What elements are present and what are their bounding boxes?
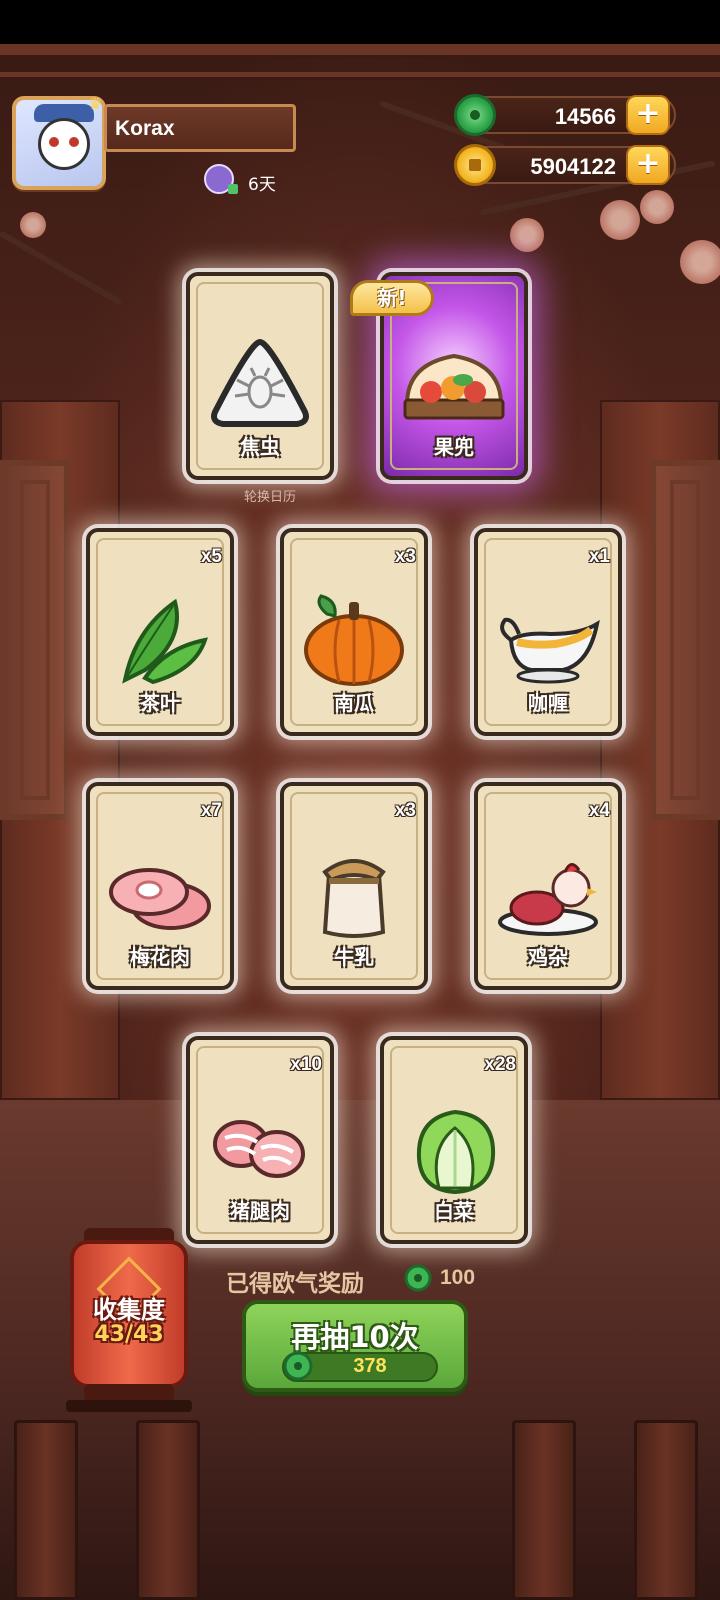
add-coins-button[interactable]: +	[626, 145, 670, 185]
blossom	[20, 212, 46, 238]
fruit-basket-icon	[403, 353, 505, 420]
fence-post	[14, 1420, 78, 1600]
card-label: 梅花肉	[130, 945, 190, 969]
add-jade-button[interactable]: +	[626, 95, 670, 135]
card-label: 猪腿肉	[230, 1199, 290, 1223]
fence-post	[512, 1420, 576, 1600]
crown-icon: ♛	[88, 94, 103, 113]
blossom	[600, 200, 640, 240]
card-count: x3	[394, 800, 416, 821]
status-bar	[0, 0, 720, 44]
fence-post	[634, 1420, 698, 1600]
blossom	[680, 240, 720, 284]
milk-jar-icon	[322, 859, 386, 938]
reward-card[interactable]: x4 鸡杂	[474, 782, 622, 990]
roof-beam	[0, 44, 720, 58]
card-label: 鸡杂	[528, 945, 568, 969]
card-label: 果兜	[434, 435, 474, 459]
new-badge: 新!	[350, 280, 434, 316]
login-days: 6天	[248, 175, 276, 195]
reward-card[interactable]: x1 咖喱	[474, 528, 622, 736]
reward-card[interactable]: x3 南瓜	[280, 528, 428, 736]
collection-title: 收集度	[93, 1296, 165, 1324]
card-label: 白菜	[434, 1199, 474, 1223]
cabbage-icon	[416, 1109, 496, 1195]
left-window-lattice	[0, 460, 70, 820]
coin-icon	[454, 144, 496, 186]
card-count: x1	[588, 546, 610, 567]
card-label: 焦虫	[240, 435, 280, 459]
curry-boat-icon	[500, 617, 600, 684]
blossom	[640, 190, 674, 224]
collection-progress: 43/43	[94, 1322, 164, 1347]
tea-leaves-icon	[122, 598, 208, 685]
card-count: x10	[290, 1054, 322, 1075]
card-label: 牛乳	[334, 945, 374, 969]
draw-again-label: 再抽10次	[291, 1320, 419, 1354]
card-label: 南瓜	[334, 691, 374, 715]
reward-card[interactable]: 焦虫	[186, 272, 334, 480]
card-label: 咖喱	[528, 691, 568, 715]
card-label: 茶叶	[140, 691, 180, 715]
card-count: x5	[200, 546, 222, 567]
draw-cost-value: 378	[353, 1355, 387, 1377]
luck-reward-label: 已得欧气奖励	[226, 1271, 364, 1297]
luck-reward-value: 100	[440, 1266, 476, 1289]
fence-post	[136, 1420, 200, 1600]
login-days-icon[interactable]	[204, 164, 238, 194]
reward-card[interactable]: x7 梅花肉	[86, 782, 234, 990]
reward-card[interactable]: x28 白菜	[380, 1036, 528, 1244]
card-count: x3	[394, 546, 416, 567]
rotation-calendar-label[interactable]: 轮换日历	[200, 486, 340, 505]
reward-card[interactable]: x10 猪腿肉	[186, 1036, 334, 1244]
bug-silhouette-icon	[211, 339, 309, 427]
blossom-branch	[0, 230, 123, 306]
reward-card[interactable]: x5 茶叶	[86, 528, 234, 736]
right-window-lattice	[650, 460, 720, 820]
coin-amount: 5904122	[530, 154, 616, 179]
blossom	[510, 218, 544, 252]
jade-icon	[454, 94, 496, 136]
pork-shoulder-icon	[109, 868, 211, 930]
lantern-stand	[66, 1400, 192, 1412]
pumpkin-icon	[304, 594, 404, 686]
roof-beam	[0, 72, 720, 80]
jade-icon	[404, 1264, 432, 1292]
pork-leg-icon	[213, 1120, 305, 1178]
player-name-box: Korax	[104, 104, 296, 152]
jade-icon	[283, 1351, 313, 1381]
card-count: x28	[484, 1054, 516, 1075]
reward-card[interactable]: x3 牛乳	[280, 782, 428, 990]
avatar-face	[38, 118, 90, 170]
chicken-giblets-icon	[498, 863, 598, 936]
card-count: x7	[200, 800, 222, 821]
player-name: Korax	[115, 117, 175, 140]
card-count: x4	[588, 800, 610, 821]
jade-amount: 14566	[554, 104, 616, 129]
